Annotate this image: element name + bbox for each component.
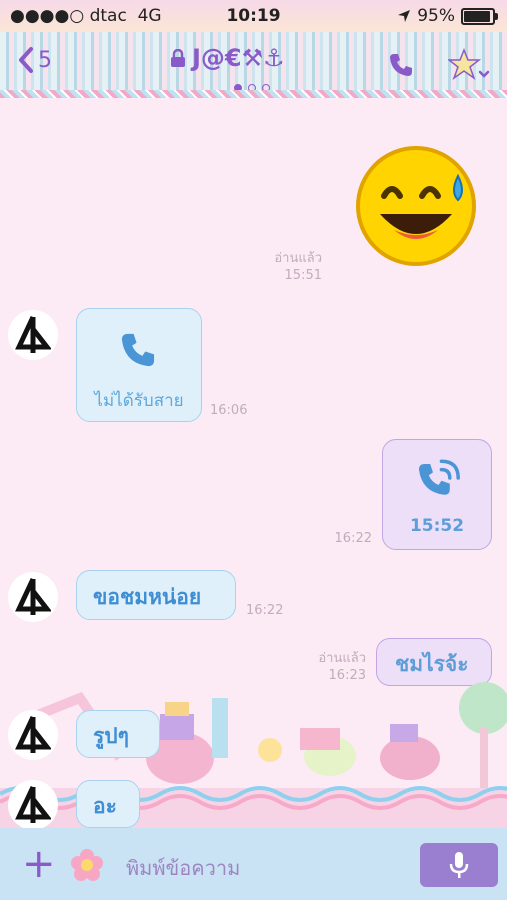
location-arrow-icon [398, 10, 411, 22]
linkin-park-logo-icon [15, 715, 51, 753]
status-right: 95% [397, 6, 498, 26]
linkin-park-logo-icon [15, 315, 51, 353]
message-bubble[interactable]: ขอชมหน่อย [76, 570, 236, 620]
chat-title-text: J@€⚒⚓ [192, 44, 285, 72]
menu-star-icon[interactable] [448, 48, 492, 84]
read-label: อ่านแล้ว [318, 651, 366, 666]
status-bar: ●●●●○ dtac 4G 10:19 95% [0, 0, 507, 32]
lock-icon [171, 49, 185, 67]
back-button[interactable]: 5 [18, 46, 52, 74]
battery-icon [461, 7, 498, 25]
message-text: อะ [93, 794, 117, 818]
message-text: รูปๆ [93, 724, 129, 748]
chat-area[interactable]: อ่านแล้ว 15:51 ไม่ได้รับสาย 16:06 15:52 … [0, 98, 507, 828]
message-time: 15:51 [284, 268, 322, 283]
missed-call-label: ไม่ได้รับสาย [94, 391, 184, 411]
voice-message-button[interactable] [420, 843, 498, 887]
header-braid-decoration [0, 90, 507, 98]
chat-title[interactable]: J@€⚒⚓ [170, 44, 285, 72]
message-input-bar: + พิมพ์ข้อความ [0, 828, 507, 900]
unread-count: 5 [38, 47, 52, 73]
message-text: ขอชมหน่อย [93, 585, 202, 609]
message-time: 16:06 [210, 403, 248, 418]
flower-emoji-icon[interactable] [70, 848, 104, 882]
message-text: ชมไรจ้ะ [395, 652, 469, 676]
read-label: อ่านแล้ว [274, 251, 322, 266]
message-bubble[interactable]: อะ [76, 780, 140, 828]
message-time: 16:22 [246, 603, 284, 618]
linkin-park-logo-icon [15, 577, 51, 615]
message-time: 16:22 [334, 531, 372, 546]
avatar[interactable] [8, 710, 58, 760]
laughing-sticker[interactable] [354, 144, 478, 268]
phone-icon [121, 333, 155, 367]
message-bubble[interactable]: รูปๆ [76, 710, 160, 758]
message-input[interactable]: พิมพ์ข้อความ [126, 852, 240, 884]
avatar[interactable] [8, 572, 58, 622]
avatar[interactable] [8, 310, 58, 360]
microphone-icon [449, 852, 469, 878]
avatar[interactable] [8, 780, 58, 828]
read-receipt: อ่านแล้ว 15:51 [250, 250, 322, 284]
missed-call-bubble[interactable]: ไม่ได้รับสาย [76, 308, 202, 422]
phone-ringing-icon [419, 459, 460, 495]
battery-percent: 95% [417, 6, 455, 26]
call-bubble[interactable]: 15:52 [382, 439, 492, 550]
call-duration: 15:52 [409, 516, 465, 536]
chevron-left-icon [19, 47, 33, 73]
chat-header: 5 J@€⚒⚓ [0, 32, 507, 98]
linkin-park-logo-icon [15, 785, 51, 823]
plus-icon[interactable]: + [22, 844, 56, 884]
call-icon[interactable] [388, 52, 414, 78]
